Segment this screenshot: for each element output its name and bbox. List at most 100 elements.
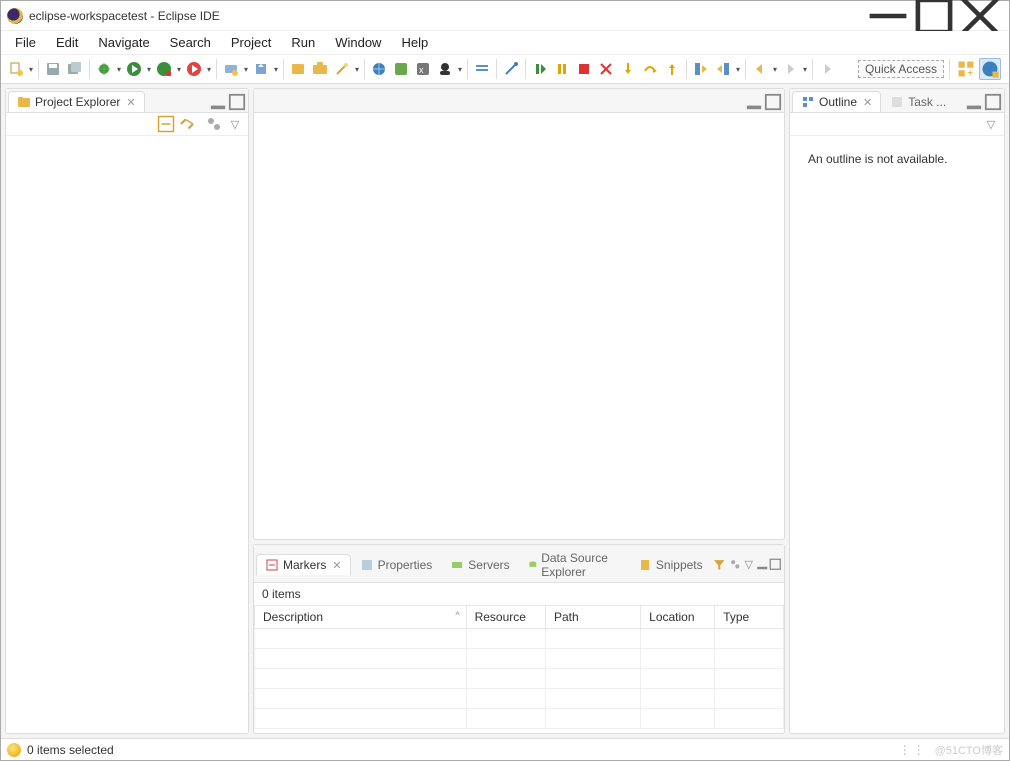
filters-button[interactable] — [205, 115, 223, 133]
markers-tab[interactable]: Markers ✕ — [256, 554, 351, 575]
open-type-button[interactable] — [309, 58, 331, 80]
editor-body[interactable] — [254, 113, 784, 539]
menu-window[interactable]: Window — [325, 32, 391, 53]
coverage-dropdown[interactable]: ▾ — [175, 58, 183, 80]
close-button[interactable] — [957, 1, 1003, 31]
collapse-all-button[interactable] — [157, 115, 175, 133]
markers-close-icon[interactable]: ✕ — [332, 559, 341, 572]
search-wand-button[interactable] — [331, 58, 353, 80]
debug-dropdown[interactable]: ▾ — [115, 58, 123, 80]
col-resource[interactable]: Resource — [466, 606, 545, 629]
team-button[interactable] — [434, 58, 456, 80]
minimize-button[interactable] — [865, 1, 911, 31]
jsp-button[interactable] — [390, 58, 412, 80]
new-java-project-button[interactable] — [287, 58, 309, 80]
save-all-button[interactable] — [64, 58, 86, 80]
save-button[interactable] — [42, 58, 64, 80]
markers-table[interactable]: Description^ Resource Path Location Type — [254, 605, 784, 729]
menu-search[interactable]: Search — [160, 32, 221, 53]
web-browser-button[interactable] — [368, 58, 390, 80]
toggle-breadcrumb-button[interactable] — [471, 58, 493, 80]
back-history-dropdown[interactable]: ▾ — [771, 58, 779, 80]
javaee-perspective-button[interactable] — [979, 58, 1001, 80]
new-button[interactable] — [5, 58, 27, 80]
svg-text:x: x — [419, 65, 424, 75]
search-wand-dropdown[interactable]: ▾ — [353, 58, 361, 80]
menu-edit[interactable]: Edit — [46, 32, 88, 53]
maximize-button[interactable] — [911, 1, 957, 31]
disconnect-button[interactable] — [595, 58, 617, 80]
markers-config-button[interactable] — [729, 556, 742, 574]
project-explorer-body[interactable] — [6, 136, 248, 733]
menu-project[interactable]: Project — [221, 32, 281, 53]
open-perspective-button[interactable]: + — [955, 58, 977, 80]
suspend-button[interactable] — [551, 58, 573, 80]
annotation-dropdown[interactable]: ▾ — [734, 58, 742, 80]
outline-icon — [801, 95, 815, 109]
menu-file[interactable]: File — [5, 32, 46, 53]
sort-indicator-icon: ^ — [455, 610, 459, 620]
publish-button[interactable] — [250, 58, 272, 80]
editor-maximize-button[interactable] — [764, 93, 782, 111]
back-history-button[interactable] — [749, 58, 771, 80]
link-with-editor-button[interactable] — [178, 115, 196, 133]
properties-tab[interactable]: Properties — [351, 554, 442, 575]
run-dropdown[interactable]: ▾ — [145, 58, 153, 80]
debug-button[interactable] — [93, 58, 115, 80]
project-explorer-close-icon[interactable]: ✕ — [126, 96, 135, 109]
snippets-tab[interactable]: Snippets — [629, 554, 712, 575]
quick-access[interactable]: Quick Access — [858, 60, 944, 78]
table-row — [255, 669, 784, 689]
run-last-dropdown[interactable]: ▾ — [205, 58, 213, 80]
terminate-button[interactable] — [573, 58, 595, 80]
step-return-button[interactable] — [661, 58, 683, 80]
pin-editor-button[interactable] — [500, 58, 522, 80]
forward-history-button[interactable] — [779, 58, 801, 80]
last-edit-location-button[interactable] — [816, 58, 838, 80]
view-menu-button[interactable]: ▽ — [226, 115, 244, 133]
maximize-view-button[interactable] — [228, 93, 246, 111]
resume-button[interactable] — [529, 58, 551, 80]
minimize-view-button[interactable] — [209, 93, 227, 111]
coverage-button[interactable] — [153, 58, 175, 80]
servers-tab[interactable]: Servers — [441, 554, 518, 575]
new-server-dropdown[interactable]: ▾ — [242, 58, 250, 80]
markers-minimize-button[interactable] — [756, 556, 769, 574]
step-into-button[interactable] — [617, 58, 639, 80]
col-path[interactable]: Path — [545, 606, 640, 629]
new-server-button[interactable] — [220, 58, 242, 80]
publish-dropdown[interactable]: ▾ — [272, 58, 280, 80]
tip-bulb-icon[interactable] — [7, 743, 21, 757]
statusbar-grip-icon: ⋮⋮ — [899, 743, 927, 757]
task-list-tab[interactable]: Task ... — [881, 91, 955, 112]
next-annotation-button[interactable] — [690, 58, 712, 80]
new-dropdown[interactable]: ▾ — [27, 58, 35, 80]
outline-tab[interactable]: Outline ✕ — [792, 91, 881, 112]
task-list-tab-label: Task ... — [908, 95, 946, 109]
outline-maximize-button[interactable] — [984, 93, 1002, 111]
menu-run[interactable]: Run — [281, 32, 325, 53]
markers-menu-button[interactable]: ▽ — [742, 556, 755, 574]
menu-navigate[interactable]: Navigate — [88, 32, 159, 53]
run-button[interactable] — [123, 58, 145, 80]
markers-icon — [265, 558, 279, 572]
xml-button[interactable]: x — [412, 58, 434, 80]
col-type[interactable]: Type — [715, 606, 784, 629]
markers-filter-button[interactable] — [713, 556, 726, 574]
outline-close-icon[interactable]: ✕ — [863, 96, 872, 109]
step-over-button[interactable] — [639, 58, 661, 80]
team-dropdown[interactable]: ▾ — [456, 58, 464, 80]
run-last-button[interactable] — [183, 58, 205, 80]
markers-maximize-button[interactable] — [769, 556, 782, 574]
col-location[interactable]: Location — [641, 606, 715, 629]
forward-history-dropdown[interactable]: ▾ — [801, 58, 809, 80]
menu-help[interactable]: Help — [391, 32, 438, 53]
outline-menu-button[interactable]: ▽ — [982, 115, 1000, 133]
project-explorer-tab[interactable]: Project Explorer ✕ — [8, 91, 145, 112]
outline-minimize-button[interactable] — [965, 93, 983, 111]
prev-annotation-button[interactable] — [712, 58, 734, 80]
workbench: Project Explorer ✕ ▽ — [1, 84, 1009, 738]
data-source-explorer-tab[interactable]: Data Source Explorer — [519, 547, 629, 582]
editor-minimize-button[interactable] — [745, 93, 763, 111]
col-description[interactable]: Description^ — [255, 606, 467, 629]
